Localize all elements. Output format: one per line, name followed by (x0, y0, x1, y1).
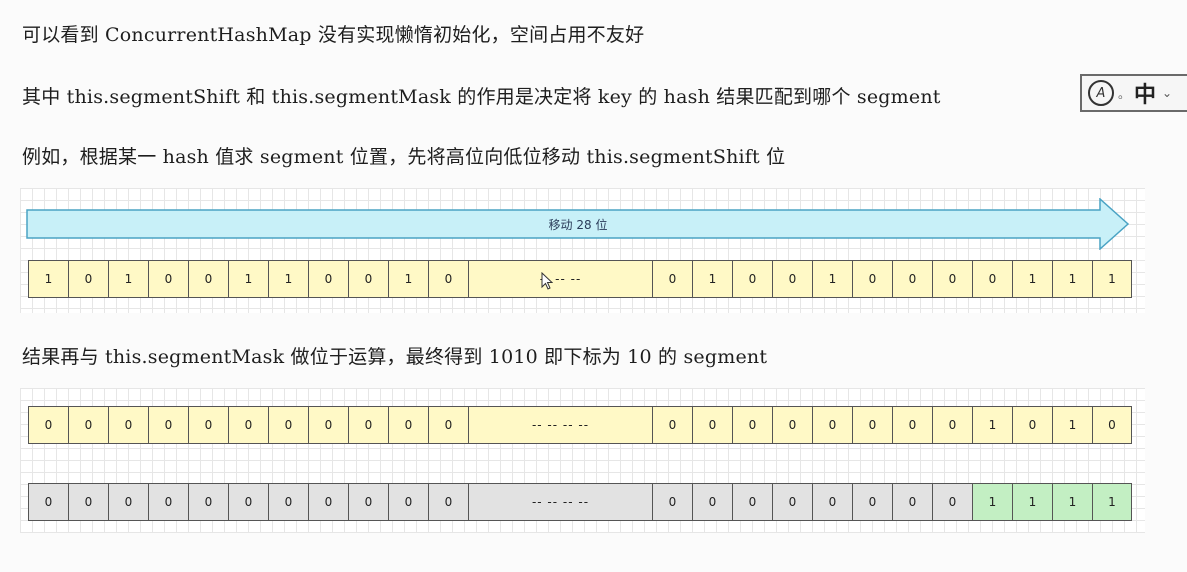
shift-arrow (26, 198, 1130, 250)
bit-cell: 0 (228, 406, 268, 444)
bit-cell: 0 (772, 260, 812, 298)
bit-cell: 0 (1092, 406, 1132, 444)
shift-arrow-shape (26, 198, 1130, 250)
result-bit-cell: 1 (1052, 483, 1092, 521)
bit-cell: 0 (772, 483, 812, 521)
text-line-3: 例如，根据某一 hash 值求 segment 位置，先将高位向低位移动 thi… (22, 146, 786, 168)
input-method-toolbar[interactable]: A 。 中 ⌄ (1080, 74, 1187, 112)
bit-row-hash: 1 0 1 0 0 1 1 0 0 1 0 -- -- -- 0 1 0 0 1 0 0 0 0 1 1 1 (28, 260, 1132, 298)
bit-cell: 0 (852, 406, 892, 444)
bit-cell: 1 (28, 260, 68, 298)
bit-cell: 0 (892, 406, 932, 444)
punctuation-mode[interactable]: 。 (1118, 85, 1130, 102)
bit-cell: 1 (388, 260, 428, 298)
bit-cell: 0 (692, 483, 732, 521)
bit-cell: 1 (228, 260, 268, 298)
bit-cell: 0 (428, 483, 468, 521)
bit-cell: 0 (732, 260, 772, 298)
bit-row-mask: 0 0 0 0 0 0 0 0 0 0 0 -- -- -- -- 0 0 0 0 0 0 0 0 1 1 1 1 (28, 483, 1132, 521)
bit-cell: 1 (1052, 260, 1092, 298)
bit-cell: 0 (892, 260, 932, 298)
bit-cell: 0 (932, 406, 972, 444)
bit-cell: 1 (1092, 260, 1132, 298)
bit-cell: 0 (28, 483, 68, 521)
bit-cell: 0 (932, 483, 972, 521)
bit-cell: 0 (308, 260, 348, 298)
bit-cell: 0 (388, 483, 428, 521)
bit-cell: 0 (932, 260, 972, 298)
bit-cell: 0 (188, 406, 228, 444)
bit-ellipsis-cell: -- -- -- -- (468, 406, 652, 444)
bit-cell: 0 (388, 406, 428, 444)
bit-cell: 0 (852, 260, 892, 298)
bit-cell: 0 (68, 406, 108, 444)
bit-cell: 0 (308, 483, 348, 521)
bit-cell: 0 (268, 406, 308, 444)
bit-cell: 0 (108, 406, 148, 444)
bit-cell: 0 (428, 406, 468, 444)
bit-cell: 0 (812, 483, 852, 521)
result-bit-cell: 1 (1092, 483, 1132, 521)
bit-cell: 0 (348, 406, 388, 444)
bit-cell: 1 (268, 260, 308, 298)
bit-cell: 0 (148, 483, 188, 521)
text-line-4: 结果再与 this.segmentMask 做位于运算，最终得到 1010 即下… (22, 346, 768, 368)
bit-cell: 0 (188, 483, 228, 521)
bit-cell: 0 (68, 260, 108, 298)
bit-cell: 1 (108, 260, 148, 298)
chevron-down-icon[interactable]: ⌄ (1162, 86, 1172, 100)
bit-row-shifted: 0 0 0 0 0 0 0 0 0 0 0 -- -- -- -- 0 0 0 0 0 0 0 0 1 0 1 0 (28, 406, 1132, 444)
result-bit-cell: 1 (972, 483, 1012, 521)
bit-cell: 0 (188, 260, 228, 298)
bit-cell: 0 (812, 406, 852, 444)
bit-cell: 0 (852, 483, 892, 521)
mouse-cursor-icon (541, 272, 553, 290)
bit-cell: 0 (308, 406, 348, 444)
bit-cell: 0 (148, 260, 188, 298)
bit-cell: 0 (692, 406, 732, 444)
bit-cell: 0 (148, 406, 188, 444)
bit-cell: 0 (228, 483, 268, 521)
bit-cell: 0 (348, 260, 388, 298)
bit-cell: 0 (268, 483, 308, 521)
bit-cell: 0 (1012, 406, 1052, 444)
bit-cell: 0 (28, 406, 68, 444)
bit-ellipsis-cell: -- -- -- (468, 260, 652, 298)
bit-cell: 0 (348, 483, 388, 521)
bit-cell: 1 (812, 260, 852, 298)
text-line-1: 可以看到 ConcurrentHashMap 没有实现懒惰初始化，空间占用不友好 (22, 24, 645, 46)
text-line-2: 其中 this.segmentShift 和 this.segmentMask … (22, 86, 941, 108)
input-method-icon[interactable]: A (1088, 80, 1114, 106)
bit-cell: 1 (1012, 260, 1052, 298)
bit-cell: 0 (972, 260, 1012, 298)
bit-cell: 1 (692, 260, 732, 298)
bit-cell: 0 (732, 406, 772, 444)
bit-cell: 0 (652, 483, 692, 521)
bit-cell: 0 (428, 260, 468, 298)
bit-cell: 0 (652, 406, 692, 444)
bit-cell: 0 (732, 483, 772, 521)
bit-cell: 0 (68, 483, 108, 521)
result-bit-cell: 1 (1012, 483, 1052, 521)
bit-cell: 0 (652, 260, 692, 298)
bit-cell: 1 (1052, 406, 1092, 444)
bit-cell: 0 (892, 483, 932, 521)
bit-ellipsis-cell: -- -- -- -- (468, 483, 652, 521)
bit-cell: 0 (108, 483, 148, 521)
bit-cell: 1 (972, 406, 1012, 444)
language-toggle[interactable]: 中 (1134, 77, 1156, 109)
bit-cell: 0 (772, 406, 812, 444)
